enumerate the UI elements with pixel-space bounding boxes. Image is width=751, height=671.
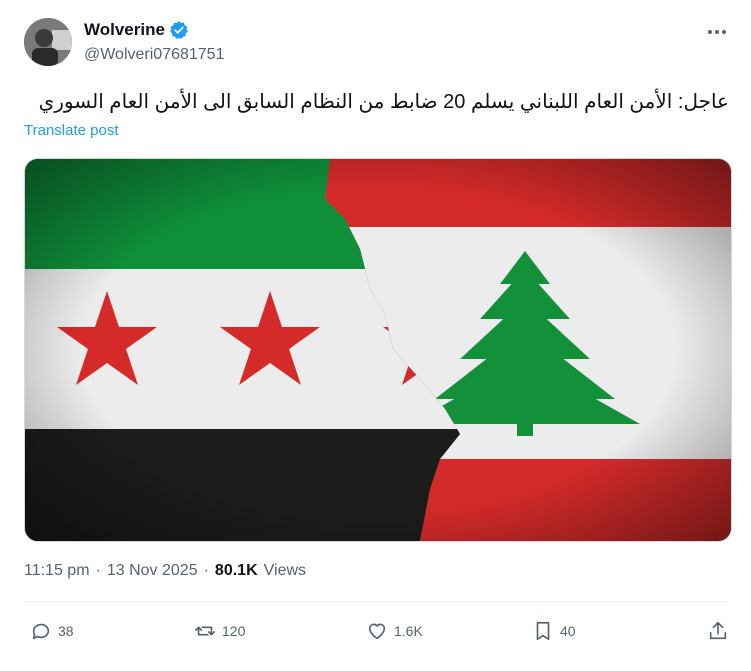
action-bar: 38 120 1.6K 40 <box>24 620 729 654</box>
avatar[interactable] <box>24 18 72 66</box>
bookmark-icon <box>536 621 550 641</box>
more-options-button[interactable] <box>705 24 729 40</box>
syria-lebanon-flags-image <box>25 159 731 541</box>
views-label: Views <box>263 562 307 579</box>
author-name[interactable]: Wolverine <box>84 20 165 40</box>
bookmark-count: 40 <box>560 623 576 639</box>
like-count: 1.6K <box>394 623 423 639</box>
reply-icon <box>32 623 50 640</box>
post-text: عاجل: الأمن العام اللبناني يسلم 20 ضابط … <box>38 91 729 113</box>
repost-icon <box>195 626 215 636</box>
repost-count: 120 <box>222 623 246 639</box>
share-button[interactable] <box>707 620 729 642</box>
translate-post-link[interactable]: Translate post <box>24 122 119 139</box>
author-row: Wolverine <box>84 20 189 40</box>
reply-count: 38 <box>58 623 74 639</box>
share-icon <box>709 621 727 640</box>
author-handle[interactable]: @Wolveri07681751 <box>84 46 224 64</box>
post-time[interactable]: 11:15 pm <box>24 562 90 580</box>
meta-separator: · <box>95 562 101 579</box>
bookmark-button[interactable]: 40 <box>532 620 576 642</box>
reply-button[interactable]: 38 <box>30 620 74 642</box>
divider <box>24 601 729 602</box>
more-dots-icon <box>708 30 726 34</box>
repost-button[interactable]: 120 <box>194 620 245 642</box>
views-count: 80.1K <box>214 562 258 579</box>
post-date[interactable]: 13 Nov 2025 <box>107 562 198 580</box>
post-meta: 11:15 pm · 13 Nov 2025 · 80.1K Views <box>24 562 306 580</box>
post-image[interactable] <box>24 158 732 542</box>
verified-badge-icon <box>170 21 188 39</box>
heart-icon <box>368 623 386 640</box>
meta-separator: · <box>203 562 209 579</box>
like-button[interactable]: 1.6K <box>366 620 423 642</box>
avatar-image <box>24 18 72 66</box>
